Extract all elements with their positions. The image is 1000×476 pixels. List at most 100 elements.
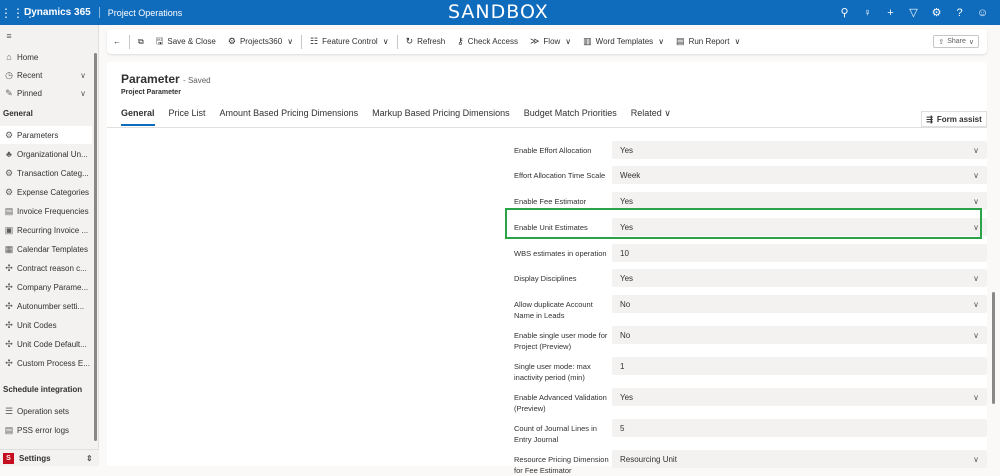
nav-item-transaction-categories[interactable]: ⚙ Transaction Categ... bbox=[0, 164, 92, 182]
nav-item-calendar-templates[interactable]: ▦ Calendar Templates bbox=[0, 240, 92, 258]
lightbulb-icon[interactable]: ♀ bbox=[856, 7, 879, 19]
environment-label: SANDBOX bbox=[448, 1, 549, 23]
nav-item-operation-sets[interactable]: ☰ Operation sets bbox=[0, 402, 92, 420]
refresh-label: Refresh bbox=[417, 37, 446, 46]
check-access-button[interactable]: ⚷ Check Access bbox=[451, 29, 524, 54]
nav-scrollbar[interactable] bbox=[94, 53, 97, 441]
field-value: 5 bbox=[620, 423, 625, 433]
people-icon[interactable]: ☺ bbox=[971, 7, 994, 19]
add-icon[interactable]: + bbox=[879, 7, 902, 19]
share-button[interactable]: ⇪ Share ∨ bbox=[933, 35, 979, 48]
nav-label: Unit Codes bbox=[17, 320, 57, 330]
field-value: No bbox=[620, 299, 631, 309]
field-select[interactable]: Yes ∨ bbox=[612, 141, 987, 159]
nav-item-expense-categories[interactable]: ⚙ Expense Categories bbox=[0, 183, 92, 201]
nav-item-unit-codes[interactable]: ✣ Unit Codes bbox=[0, 316, 92, 334]
tab-related[interactable]: Related ∨ bbox=[631, 108, 671, 126]
field-label: Effort Allocation Time Scale bbox=[514, 171, 606, 180]
nav-label: Custom Process E... bbox=[17, 358, 90, 368]
projects360-label: Projects360 bbox=[239, 37, 283, 46]
key-icon: ⚷ bbox=[457, 36, 464, 46]
highlight-box bbox=[505, 208, 982, 239]
nav-item-pss-error-logs[interactable]: ▤ PSS error logs bbox=[0, 421, 92, 439]
field-label: Count of Journal Lines in Entry Journal bbox=[514, 424, 597, 444]
nav-home[interactable]: ⌂ Home bbox=[0, 48, 92, 66]
run-report-label: Run Report bbox=[688, 37, 730, 46]
area-badge: S bbox=[3, 452, 14, 464]
entity-name: Project Parameter bbox=[121, 89, 181, 96]
field-select[interactable]: Resourcing Unit ∨ bbox=[612, 450, 987, 468]
tab-amount-based-pricing[interactable]: Amount Based Pricing Dimensions bbox=[220, 108, 359, 126]
nav-item-recurring-invoice[interactable]: ▣ Recurring Invoice ... bbox=[0, 221, 92, 239]
tab-markup-based-pricing[interactable]: Markup Based Pricing Dimensions bbox=[372, 108, 510, 126]
form-assist-icon: ⇶ bbox=[926, 114, 933, 124]
run-report-button[interactable]: ▤ Run Report ∨ bbox=[670, 29, 746, 54]
share-icon: ⇪ bbox=[938, 38, 945, 46]
field-label: WBS estimates in operation bbox=[514, 249, 607, 258]
word-templates-button[interactable]: ▥ Word Templates ∨ bbox=[577, 29, 670, 54]
org-icon: ♣ bbox=[6, 149, 12, 159]
search-icon[interactable]: ⚲ bbox=[833, 6, 856, 19]
nav-item-custom-process[interactable]: ✣ Custom Process E... bbox=[0, 354, 92, 372]
app-launcher-icon[interactable]: ⋮⋮⋮ bbox=[0, 6, 36, 20]
help-icon[interactable]: ? bbox=[948, 7, 971, 19]
nav-pinned[interactable]: ✎ Pinned ∨ bbox=[0, 84, 92, 102]
field-input[interactable]: 10 bbox=[612, 244, 987, 262]
field-label: Enable Effort Allocation bbox=[514, 146, 592, 155]
chevron-down-icon: ∨ bbox=[382, 37, 389, 46]
field-select[interactable]: Yes ∨ bbox=[612, 388, 987, 406]
nav-recent[interactable]: ◷ Recent ∨ bbox=[0, 66, 92, 84]
form-header: Parameter - Saved Project Parameter Gene… bbox=[107, 62, 987, 127]
app-area-name[interactable]: Project Operations bbox=[100, 8, 183, 18]
field-label: Display Disciplines bbox=[514, 274, 577, 283]
tab-budget-match[interactable]: Budget Match Priorities bbox=[524, 108, 617, 126]
feature-control-button[interactable]: ☷ Feature Control ∨ bbox=[304, 29, 395, 54]
nav-item-org-units[interactable]: ♣ Organizational Un... bbox=[0, 145, 92, 163]
form-assist-label: Form assist bbox=[936, 114, 982, 124]
nav-item-contract-reason[interactable]: ✣ Contract reason c... bbox=[0, 259, 92, 277]
field-label: Enable single user mode for Project (Pre… bbox=[514, 331, 608, 351]
tab-price-list[interactable]: Price List bbox=[169, 108, 206, 126]
nav-label: Operation sets bbox=[17, 406, 70, 416]
nav-section-general: General bbox=[3, 109, 33, 118]
tab-general[interactable]: General bbox=[121, 108, 155, 126]
field-row: WBS estimates in operation 10 bbox=[502, 244, 987, 262]
puzzle-icon: ✣ bbox=[5, 262, 13, 273]
nav-label: PSS error logs bbox=[17, 425, 70, 435]
calendar-icon: ▣ bbox=[4, 224, 14, 235]
field-select[interactable]: No ∨ bbox=[612, 295, 987, 313]
save-close-button[interactable]: 🖫 Save & Close bbox=[150, 29, 222, 54]
chevron-down-icon: ∨ bbox=[287, 37, 294, 46]
field-select[interactable]: Yes ∨ bbox=[612, 269, 987, 287]
brand-name[interactable]: Dynamics 365 bbox=[24, 7, 100, 18]
open-new-window-button[interactable]: ⧉ bbox=[132, 29, 150, 54]
nav-label: Parameters bbox=[17, 130, 59, 140]
projects360-button[interactable]: ⚙ Projects360 ∨ bbox=[222, 29, 299, 54]
nav-item-invoice-frequencies[interactable]: ▤ Invoice Frequencies bbox=[0, 202, 92, 220]
field-select[interactable]: Week ∨ bbox=[612, 166, 987, 184]
field-input[interactable]: 1 bbox=[612, 357, 987, 375]
area-switcher[interactable]: S Settings ⇕ bbox=[0, 449, 99, 466]
nav-label: Autonumber setti... bbox=[17, 301, 85, 311]
gear-icon[interactable]: ⚙ bbox=[925, 6, 948, 19]
open-window-icon: ⧉ bbox=[138, 36, 144, 46]
list-icon: ☰ bbox=[4, 405, 14, 416]
chevron-down-icon: ∨ bbox=[973, 170, 979, 180]
word-icon: ▥ bbox=[583, 36, 592, 46]
field-select[interactable]: No ∨ bbox=[612, 326, 987, 344]
nav-item-company-parameters[interactable]: ✣ Company Parame... bbox=[0, 278, 92, 296]
form-scrollbar[interactable] bbox=[992, 292, 995, 404]
nav-label: Pinned bbox=[17, 88, 42, 98]
hamburger-button[interactable]: ≡ bbox=[0, 27, 92, 45]
filter-icon[interactable]: ▽ bbox=[902, 6, 925, 19]
chevron-down-icon: ∨ bbox=[973, 330, 979, 340]
form-assist-button[interactable]: ⇶ Form assist bbox=[921, 111, 987, 127]
refresh-button[interactable]: ↻ Refresh bbox=[400, 29, 452, 54]
flow-button[interactable]: ≫ Flow ∨ bbox=[524, 29, 577, 54]
nav-item-autonumber[interactable]: ✣ Autonumber setti... bbox=[0, 297, 92, 315]
nav-item-unit-code-defaults[interactable]: ✣ Unit Code Default... bbox=[0, 335, 92, 353]
nav-item-parameters[interactable]: ⚙ Parameters bbox=[0, 126, 92, 144]
back-button[interactable]: ← bbox=[107, 29, 127, 54]
chevron-down-icon: ∨ bbox=[973, 196, 979, 206]
field-input[interactable]: 5 bbox=[612, 419, 987, 437]
